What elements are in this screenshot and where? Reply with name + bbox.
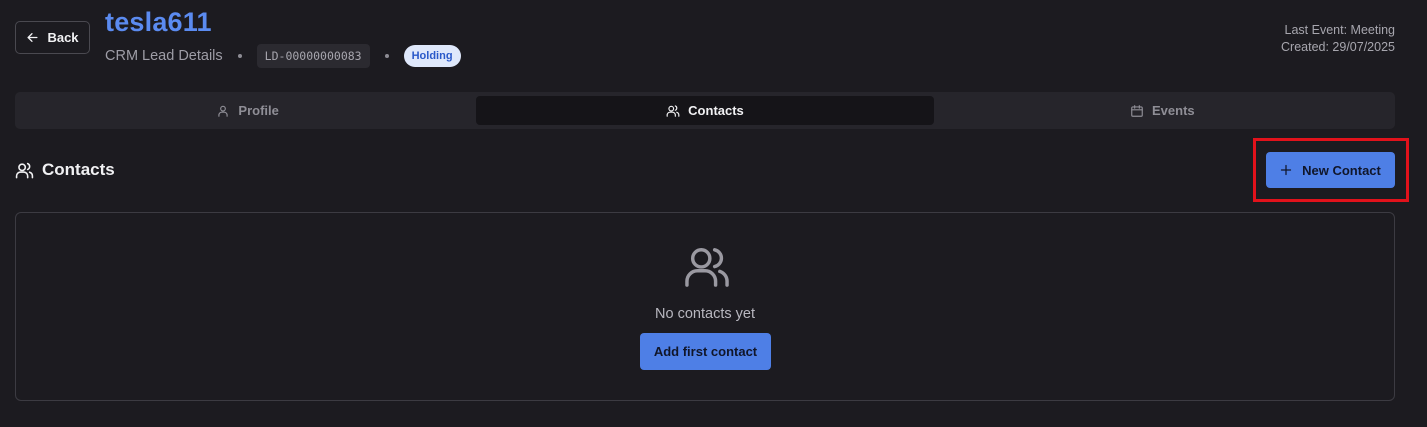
back-button-label: Back [47,30,79,45]
users-icon [15,162,34,178]
users-icon [685,248,729,287]
arrow-left-icon [27,33,38,42]
tab-contacts[interactable]: Contacts [476,96,934,125]
user-icon [218,105,229,117]
page-subtitle: CRM Lead Details [105,48,223,64]
empty-state-message: No contacts yet [655,306,755,322]
add-first-contact-button[interactable]: Add first contact [640,333,771,370]
users-icon [666,104,680,117]
new-contact-button[interactable]: New Contact [1266,152,1395,188]
tab-events[interactable]: Events [934,96,1391,125]
new-contact-button-label: New Contact [1302,162,1381,178]
lead-subline: CRM Lead Details LD-00000000083 Holding [105,43,461,69]
tab-profile[interactable]: Profile [19,96,476,125]
page-title: tesla611 [105,7,212,37]
tab-bar: Profile Contacts Events [15,92,1395,129]
last-event: Last Event: Meeting [1284,23,1395,37]
tab-label: Contacts [688,103,744,118]
lead-id: LD-00000000083 [256,44,370,68]
contacts-empty-card: No contacts yet Add first contact [15,212,1395,401]
section-title: Contacts [15,160,115,180]
created-date: Created: 29/07/2025 [1281,40,1395,54]
status-badge: Holding [403,45,461,67]
section-title-label: Contacts [42,160,115,179]
crm-lead-page: Back tesla611 CRM Lead Details LD-000000… [0,0,1427,427]
tab-label: Events [1152,103,1195,118]
separator-dot [237,54,242,58]
plus-icon [1281,164,1292,176]
separator-dot [384,54,389,58]
tab-label: Profile [238,103,279,118]
lead-meta: Last Event: Meeting Created: 29/07/2025 [1281,22,1395,56]
calendar-icon [1131,104,1143,117]
back-button[interactable]: Back [15,21,90,54]
